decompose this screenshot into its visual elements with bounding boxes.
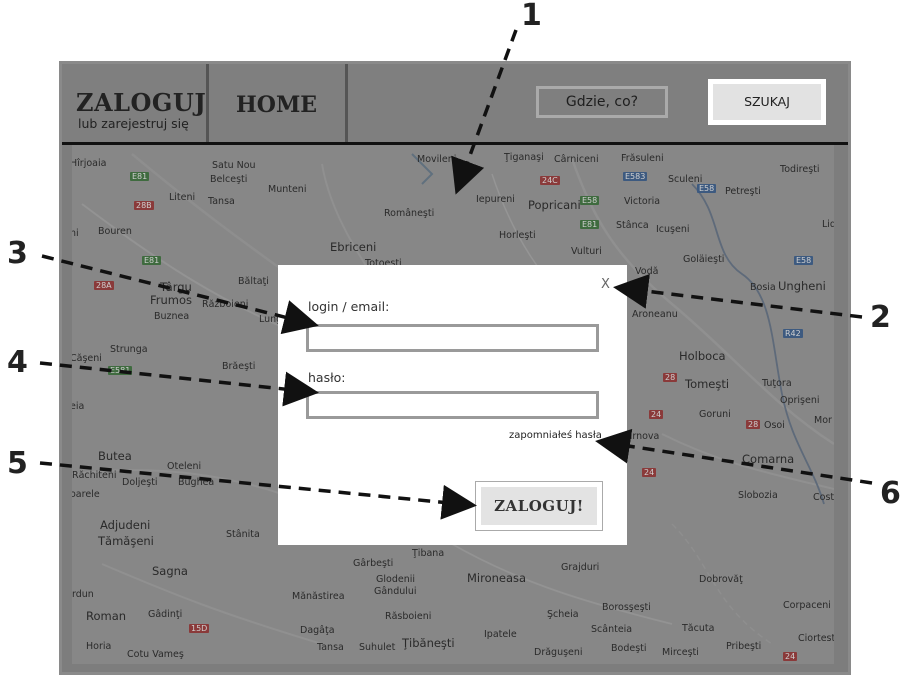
annotation-arrows xyxy=(39,29,873,520)
callout-number-5: 5 xyxy=(7,446,28,481)
callout-number-3: 3 xyxy=(7,236,28,271)
callout-number-2: 2 xyxy=(870,300,891,335)
callout-number-4: 4 xyxy=(7,345,28,380)
arrow-2 xyxy=(613,273,863,319)
arrow-6 xyxy=(595,428,873,485)
arrow-3 xyxy=(41,254,319,335)
callout-number-6: 6 xyxy=(880,476,901,511)
arrow-1 xyxy=(451,29,518,195)
arrow-4 xyxy=(39,361,319,407)
arrow-5 xyxy=(39,461,477,520)
callout-number-1: 1 xyxy=(521,0,542,33)
